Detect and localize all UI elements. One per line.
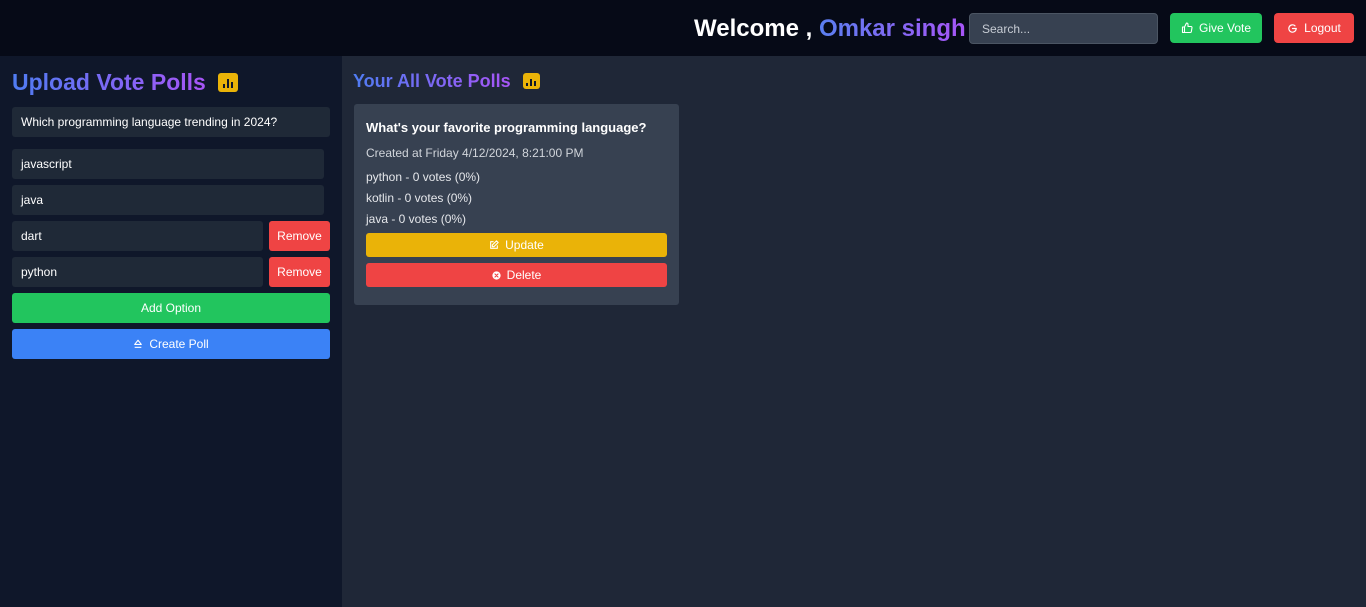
welcome-heading: Welcome , Omkar singh <box>694 14 966 44</box>
remove-option-button[interactable]: Remove <box>269 221 330 251</box>
upload-icon <box>133 339 143 349</box>
close-circle-icon <box>492 270 501 280</box>
search-input[interactable] <box>969 13 1158 44</box>
upload-poll-heading: Upload Vote Polls <box>12 68 238 96</box>
add-option-button[interactable]: Add Option <box>12 293 330 323</box>
welcome-prefix: Welcome , <box>694 15 813 42</box>
poll-option-result: kotlin - 0 votes (0%) <box>366 191 473 205</box>
top-header: Welcome , Omkar singh Give Vote Logout <box>0 0 1366 56</box>
polls-heading: Your All Vote Polls <box>353 70 540 92</box>
give-vote-label: Give Vote <box>1198 21 1252 35</box>
upload-poll-sidebar: Upload Vote Polls Which programming lang… <box>0 56 342 607</box>
edit-icon <box>489 240 499 250</box>
poll-created-date: Created at Friday 4/12/2024, 8:21:00 PM <box>366 146 584 160</box>
logout-label: Logout <box>1304 21 1341 35</box>
polls-title: Your All Vote Polls <box>353 71 511 91</box>
poll-option-result: python - 0 votes (0%) <box>366 170 481 184</box>
poll-card: What's your favorite programming languag… <box>354 104 679 305</box>
option-input-2[interactable]: java <box>12 185 324 215</box>
option-input-4[interactable]: python <box>12 257 263 287</box>
poll-question: What's your favorite programming languag… <box>366 120 647 135</box>
remove-option-button[interactable]: Remove <box>269 257 330 287</box>
poll-question-input[interactable]: Which programming language trending in 2… <box>12 107 330 137</box>
delete-poll-button[interactable]: Delete <box>366 263 667 287</box>
thumbs-up-icon <box>1181 22 1193 34</box>
upload-poll-title: Upload Vote Polls <box>12 69 206 95</box>
add-option-label: Add Option <box>140 301 202 315</box>
bar-chart-icon <box>217 72 238 92</box>
option-input-1[interactable]: javascript <box>12 149 324 179</box>
user-name: Omkar singh <box>818 15 966 42</box>
bar-chart-icon <box>522 73 540 89</box>
update-poll-button[interactable]: Update <box>366 233 667 257</box>
google-icon <box>1287 23 1298 34</box>
logout-button[interactable]: Logout <box>1274 13 1354 43</box>
create-poll-label: Create Poll <box>149 337 209 351</box>
give-vote-button[interactable]: Give Vote <box>1170 13 1262 43</box>
poll-option-result: java - 0 votes (0%) <box>366 212 467 226</box>
update-label: Update <box>505 238 544 252</box>
delete-label: Delete <box>506 268 542 282</box>
create-poll-button[interactable]: Create Poll <box>12 329 330 359</box>
option-input-3[interactable]: dart <box>12 221 263 251</box>
